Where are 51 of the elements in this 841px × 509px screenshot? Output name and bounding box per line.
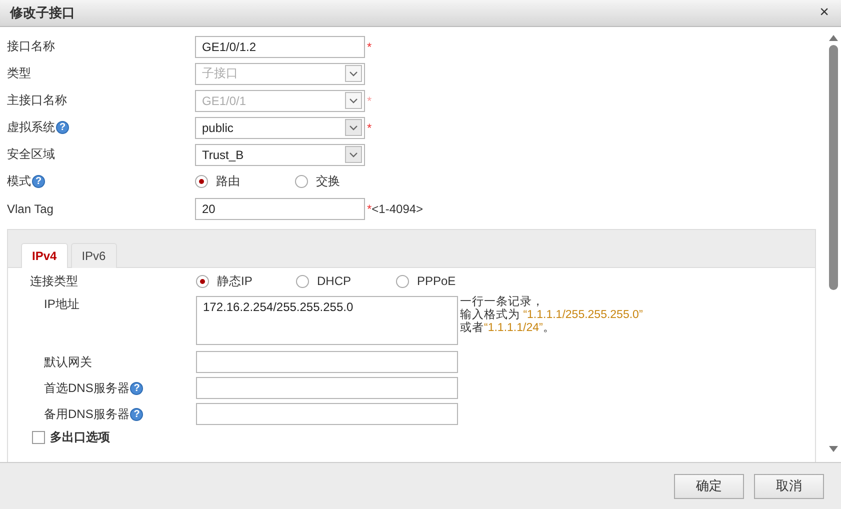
caret-icon bbox=[345, 119, 362, 136]
range-hint: <1-4094> bbox=[372, 202, 424, 216]
required-asterisk: * bbox=[367, 40, 372, 54]
caret-icon bbox=[345, 146, 362, 163]
close-button[interactable]: × bbox=[818, 4, 831, 22]
hint-text: 一行一条记录， bbox=[460, 296, 545, 308]
scroll-down-icon[interactable] bbox=[829, 446, 838, 452]
dialog-button[interactable]: 取消 bbox=[754, 474, 824, 498]
field-label: 虚拟系统 bbox=[7, 119, 55, 136]
text-input[interactable]: 20 bbox=[195, 198, 365, 220]
field-label: IP地址 bbox=[44, 296, 80, 313]
dialog-button[interactable]: 确定 bbox=[674, 474, 744, 498]
field-label: 类型 bbox=[7, 65, 31, 82]
text-input[interactable] bbox=[196, 377, 458, 399]
select-dropdown[interactable]: public bbox=[195, 116, 365, 138]
hint-text: 输入格式为 “1.1.1.1/255.255.255.0” bbox=[460, 309, 643, 322]
radio-option[interactable]: 路由 bbox=[195, 173, 295, 190]
select-dropdown[interactable]: Trust_B bbox=[195, 144, 365, 166]
required-asterisk: * bbox=[367, 202, 372, 216]
help-icon[interactable]: ? bbox=[130, 408, 144, 420]
radio-option[interactable]: DHCP bbox=[296, 274, 396, 288]
text-input[interactable]: GE1/0/1.2 bbox=[195, 36, 365, 58]
ip-address-textarea[interactable]: 172.16.2.254/255.255.255.0 bbox=[196, 296, 458, 345]
field-label: 模式 bbox=[7, 173, 31, 190]
scroll-up-icon[interactable] bbox=[829, 35, 838, 41]
help-icon[interactable]: ? bbox=[32, 175, 45, 188]
dialog-title: 修改子接口 bbox=[10, 4, 75, 22]
field-label: 安全区域 bbox=[7, 146, 55, 163]
field-label: 连接类型 bbox=[30, 272, 78, 290]
field-label: 接口名称 bbox=[7, 38, 55, 55]
checkbox-label: 多出口选项 bbox=[50, 428, 110, 446]
radio-option[interactable]: PPPoE bbox=[396, 274, 496, 288]
checkbox[interactable] bbox=[32, 430, 45, 444]
text-input[interactable] bbox=[196, 403, 458, 425]
field-label: 主接口名称 bbox=[7, 92, 67, 109]
required-asterisk: * bbox=[367, 94, 372, 108]
help-icon[interactable]: ? bbox=[130, 382, 144, 394]
field-label: 默认网关 bbox=[44, 354, 92, 370]
help-icon[interactable]: ? bbox=[56, 121, 69, 134]
text-input[interactable] bbox=[196, 351, 458, 373]
radio-option[interactable]: 静态IP bbox=[196, 272, 296, 290]
caret-icon bbox=[345, 92, 362, 109]
tab[interactable]: IPv4 bbox=[21, 243, 68, 268]
tab[interactable]: IPv6 bbox=[70, 243, 117, 268]
field-label: 首选DNS服务器 bbox=[44, 380, 130, 396]
radio-option[interactable]: 交换 bbox=[295, 173, 395, 190]
field-label: 备用DNS服务器 bbox=[44, 406, 130, 422]
required-asterisk: * bbox=[367, 120, 372, 134]
caret-icon bbox=[345, 65, 362, 82]
hint-text: 或者“1.1.1.1/24”。 bbox=[460, 322, 556, 335]
field-label: Vlan Tag bbox=[7, 202, 54, 216]
